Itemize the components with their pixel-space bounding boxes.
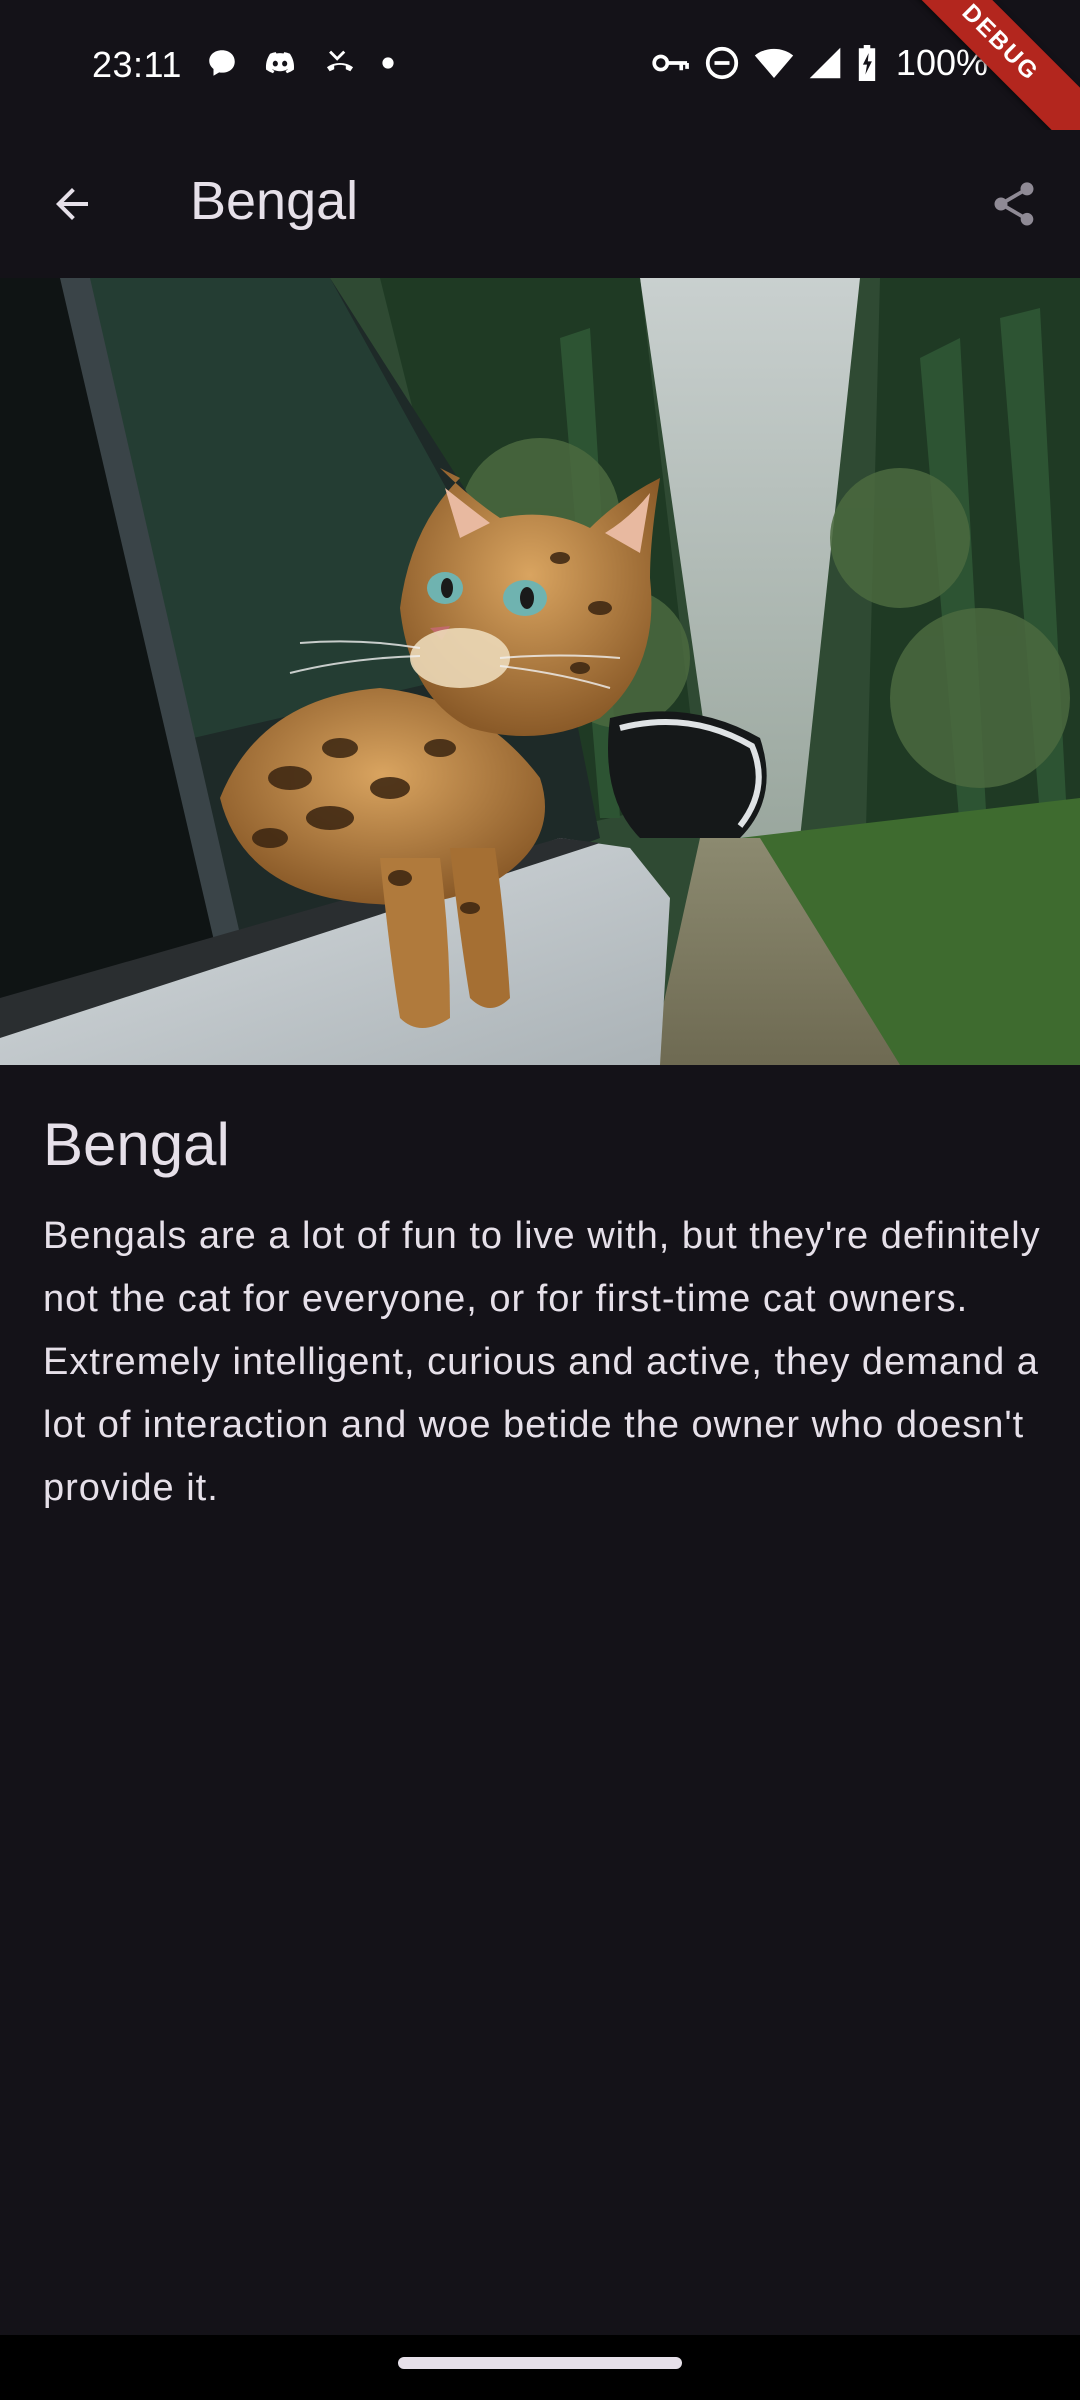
breed-description: Bengals are a lot of fun to live with, b…	[43, 1215, 1041, 1509]
breed-details: Bengal Bengals are a lot of fun to live …	[43, 1110, 1043, 1520]
breed-name: Bengal	[43, 1111, 230, 1178]
system-icons: 100%	[652, 42, 988, 84]
dot-icon	[382, 57, 394, 69]
vpn-key-icon	[652, 54, 689, 72]
back-button[interactable]	[36, 168, 108, 240]
share-button[interactable]	[978, 168, 1050, 240]
signal-icon	[809, 47, 841, 79]
arrow-back-icon	[56, 188, 88, 220]
wifi-icon	[754, 48, 794, 78]
navigation-bar	[0, 2335, 1080, 2400]
cat-image	[0, 278, 1080, 1065]
missed-call-icon	[326, 50, 354, 72]
screen: 23:11 100% DEBUG Bengal Bengal Bengals a…	[0, 0, 1080, 2400]
chat-bubble-icon	[209, 50, 235, 76]
battery-charging-icon	[858, 45, 876, 81]
app-bar-title: Bengal	[190, 171, 359, 231]
do-not-disturb-icon	[705, 46, 739, 80]
home-gesture-handle[interactable]	[398, 2357, 682, 2369]
app-bar: Bengal	[0, 130, 1080, 278]
status-bar: 23:11 100% DEBUG	[0, 0, 1080, 167]
notification-icons	[205, 46, 395, 80]
status-time: 23:11	[92, 44, 182, 85]
share-icon	[994, 182, 1034, 226]
discord-icon	[265, 52, 295, 74]
